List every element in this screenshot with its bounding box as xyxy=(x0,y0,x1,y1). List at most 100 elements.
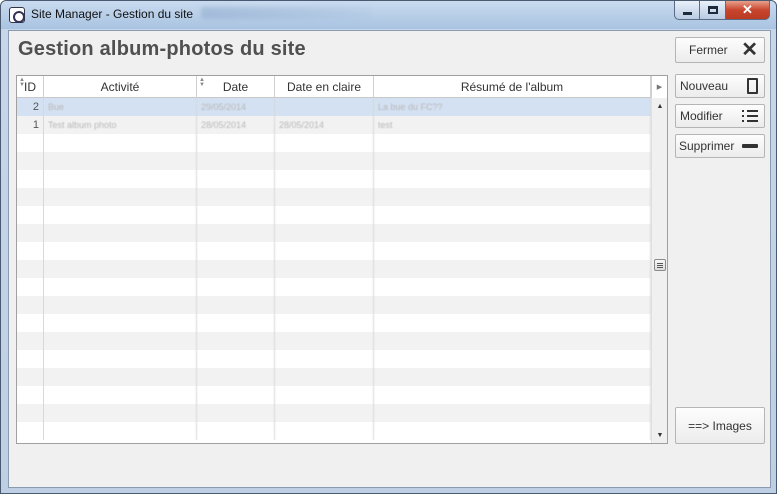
table-cell-activite xyxy=(44,386,197,404)
table-row[interactable] xyxy=(17,350,651,368)
table-cell-id xyxy=(17,404,44,422)
vertical-scrollbar[interactable]: ▲ ▼ xyxy=(651,98,667,443)
scroll-down-icon[interactable]: ▼ xyxy=(652,427,668,443)
album-grid[interactable]: ▲ ▼ ID Activité ▲ ▼ Date Date en claire Résu… xyxy=(16,75,668,444)
table-cell-activite xyxy=(44,260,197,278)
table-cell-activite xyxy=(44,224,197,242)
column-header-date-claire[interactable]: Date en claire xyxy=(275,76,374,98)
table-cell-activite xyxy=(44,350,197,368)
client-area: Gestion album-photos du site ▲ ▼ ID Activi… xyxy=(8,30,771,488)
table-cell-resume xyxy=(374,314,651,332)
table-row[interactable] xyxy=(17,152,651,170)
table-cell-date xyxy=(197,188,275,206)
minimize-button[interactable] xyxy=(674,1,700,20)
table-row[interactable] xyxy=(17,134,651,152)
supprimer-button[interactable]: Supprimer xyxy=(675,134,765,158)
fermer-label: Fermer xyxy=(689,43,728,57)
table-row[interactable]: 2 Bue 29/05/2014 La bue du FC?? xyxy=(17,98,651,116)
column-header-activite[interactable]: Activité xyxy=(44,76,197,98)
table-cell-activite xyxy=(44,134,197,152)
table-cell-id xyxy=(17,350,44,368)
table-cell-date_claire xyxy=(275,224,374,242)
table-row[interactable] xyxy=(17,422,651,440)
maximize-button[interactable] xyxy=(700,1,726,20)
table-cell-date xyxy=(197,296,275,314)
table-cell-date_claire xyxy=(275,188,374,206)
table-cell-id xyxy=(17,188,44,206)
fermer-button[interactable]: Fermer ✕ xyxy=(675,37,765,63)
table-cell-resume xyxy=(374,278,651,296)
table-cell-date xyxy=(197,242,275,260)
table-cell-activite xyxy=(44,296,197,314)
scroll-up-icon[interactable]: ▲ xyxy=(652,98,668,114)
table-cell-activite xyxy=(44,314,197,332)
table-row[interactable] xyxy=(17,278,651,296)
images-button[interactable]: ==> Images xyxy=(675,407,765,444)
table-row[interactable]: 1 Test album photo 28/05/2014 28/05/2014 tes… xyxy=(17,116,651,134)
column-header-resume[interactable]: Résumé de l'album xyxy=(374,76,651,98)
table-row[interactable] xyxy=(17,242,651,260)
table-cell-activite xyxy=(44,368,197,386)
table-cell-id xyxy=(17,296,44,314)
table-row[interactable] xyxy=(17,188,651,206)
title-bar[interactable]: Site Manager - Gestion du site ✕ xyxy=(1,1,776,29)
table-cell-resume xyxy=(374,404,651,422)
table-row[interactable] xyxy=(17,296,651,314)
nouveau-button[interactable]: Nouveau xyxy=(675,74,765,98)
table-row[interactable] xyxy=(17,332,651,350)
table-cell-resume xyxy=(374,368,651,386)
table-cell-resume xyxy=(374,152,651,170)
grid-header: ▲ ▼ ID Activité ▲ ▼ Date Date en claire Résu… xyxy=(17,76,651,98)
table-cell-activite xyxy=(44,422,197,440)
table-cell-id xyxy=(17,152,44,170)
table-cell-date xyxy=(197,404,275,422)
table-cell-resume xyxy=(374,224,651,242)
table-row[interactable] xyxy=(17,314,651,332)
table-cell-date_claire: 28/05/2014 xyxy=(275,116,374,134)
scroll-right-icon[interactable]: ▶ xyxy=(651,76,667,98)
table-row[interactable] xyxy=(17,170,651,188)
column-header-id[interactable]: ▲ ▼ ID xyxy=(17,76,44,98)
table-cell-id xyxy=(17,368,44,386)
table-cell-resume xyxy=(374,422,651,440)
table-row[interactable] xyxy=(17,404,651,422)
nouveau-label: Nouveau xyxy=(680,79,729,93)
minimize-icon xyxy=(682,11,692,15)
table-cell-id xyxy=(17,278,44,296)
table-row[interactable] xyxy=(17,260,651,278)
table-cell-date_claire xyxy=(275,386,374,404)
table-row[interactable] xyxy=(17,368,651,386)
table-cell-id xyxy=(17,224,44,242)
table-cell-activite xyxy=(44,188,197,206)
modifier-button[interactable]: Modifier xyxy=(675,104,765,128)
list-edit-icon xyxy=(742,110,758,122)
page-title: Gestion album-photos du site xyxy=(18,38,306,60)
table-cell-resume xyxy=(374,386,651,404)
table-cell-resume xyxy=(374,242,651,260)
column-header-date[interactable]: ▲ ▼ Date xyxy=(197,76,275,98)
scroll-thumb[interactable] xyxy=(654,259,666,271)
table-cell-resume xyxy=(374,134,651,152)
table-row[interactable] xyxy=(17,224,651,242)
table-cell-activite xyxy=(44,332,197,350)
table-cell-date_claire xyxy=(275,98,374,116)
table-cell-id xyxy=(17,260,44,278)
table-cell-resume: test xyxy=(374,116,651,134)
table-cell-id xyxy=(17,332,44,350)
table-cell-resume xyxy=(374,260,651,278)
maximize-icon xyxy=(707,6,718,14)
table-row[interactable] xyxy=(17,206,651,224)
table-cell-date xyxy=(197,260,275,278)
table-cell-date_claire xyxy=(275,368,374,386)
table-cell-date_claire xyxy=(275,350,374,368)
table-cell-date_claire xyxy=(275,314,374,332)
close-window-button[interactable]: ✕ xyxy=(726,1,770,20)
table-cell-activite xyxy=(44,152,197,170)
table-row[interactable] xyxy=(17,386,651,404)
minus-icon xyxy=(742,144,758,148)
app-icon[interactable] xyxy=(9,7,25,23)
table-cell-resume xyxy=(374,332,651,350)
table-cell-resume: La bue du FC?? xyxy=(374,98,651,116)
table-cell-id: 2 xyxy=(17,98,44,116)
table-cell-resume xyxy=(374,206,651,224)
